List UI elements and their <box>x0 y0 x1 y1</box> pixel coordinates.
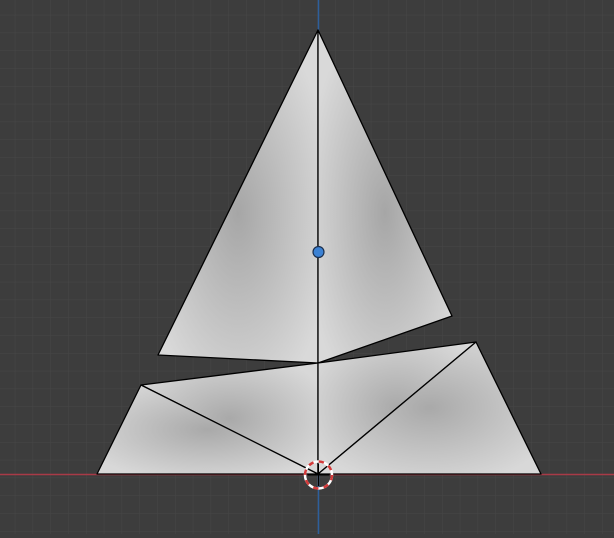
3d-viewport[interactable] <box>0 0 614 534</box>
3d-cursor-icon[interactable] <box>303 460 334 490</box>
object-origin-dot-icon[interactable] <box>312 245 325 259</box>
viewport-canvas[interactable] <box>0 0 614 534</box>
